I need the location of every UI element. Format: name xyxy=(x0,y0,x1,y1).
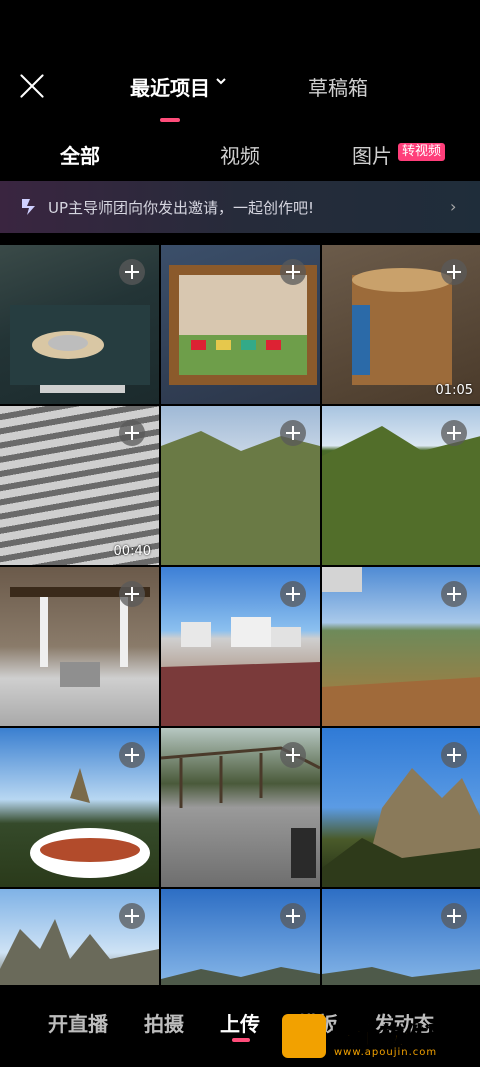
tab-drafts[interactable]: 草稿箱 xyxy=(308,72,368,101)
tab-go-live[interactable]: 开直播 xyxy=(48,1008,108,1037)
tab-recent-projects[interactable]: 最近项目 xyxy=(130,72,210,101)
media-item[interactable] xyxy=(161,245,320,404)
add-icon[interactable] xyxy=(280,420,306,446)
media-item[interactable] xyxy=(161,728,320,887)
video-duration: 00:40 xyxy=(113,544,151,559)
filter-photo[interactable]: 图片 xyxy=(352,140,392,169)
media-item[interactable] xyxy=(0,889,159,985)
add-icon[interactable] xyxy=(441,581,467,607)
watermark-sub: www.apoujin.com xyxy=(334,1047,438,1058)
top-bar xyxy=(0,0,480,130)
media-item[interactable] xyxy=(322,567,480,726)
tab-upload[interactable]: 上传 xyxy=(220,1008,260,1037)
media-grid: 01:05 00:40 xyxy=(0,233,480,985)
filter-video[interactable]: 视频 xyxy=(220,140,260,169)
add-icon[interactable] xyxy=(119,742,145,768)
creator-icon xyxy=(22,199,35,215)
to-video-badge[interactable]: 转视频 xyxy=(398,143,446,161)
add-icon[interactable] xyxy=(119,259,145,285)
media-item[interactable] xyxy=(322,889,480,985)
bottom-tab-indicator xyxy=(232,1038,250,1042)
add-icon[interactable] xyxy=(280,903,306,929)
media-item[interactable] xyxy=(0,245,159,404)
media-item[interactable] xyxy=(0,728,159,887)
add-icon[interactable] xyxy=(441,903,467,929)
watermark-icon xyxy=(282,1014,326,1058)
video-duration: 01:05 xyxy=(435,383,473,398)
tab-shoot[interactable]: 拍摄 xyxy=(144,1008,184,1037)
media-item[interactable] xyxy=(322,728,480,887)
media-item[interactable]: 00:40 xyxy=(0,406,159,565)
media-item[interactable] xyxy=(161,889,320,985)
media-item[interactable] xyxy=(161,567,320,726)
add-icon[interactable] xyxy=(119,420,145,446)
tab-indicator xyxy=(160,118,180,122)
add-icon[interactable] xyxy=(119,581,145,607)
filter-all[interactable]: 全部 xyxy=(60,140,100,169)
add-icon[interactable] xyxy=(441,259,467,285)
add-icon[interactable] xyxy=(280,259,306,285)
add-icon[interactable] xyxy=(280,581,306,607)
add-icon[interactable] xyxy=(280,742,306,768)
chevron-down-icon[interactable] xyxy=(216,76,226,86)
chevron-right-icon: › xyxy=(450,197,457,216)
add-icon[interactable] xyxy=(119,903,145,929)
media-item[interactable]: 01:05 xyxy=(322,245,480,404)
close-icon[interactable] xyxy=(18,72,46,100)
watermark-logo: 欧金软件园 www.apoujin.com xyxy=(282,1014,478,1064)
invite-banner[interactable]: UP主导师团向你发出邀请，一起创作吧! › xyxy=(0,181,480,233)
banner-text: UP主导师团向你发出邀请，一起创作吧! xyxy=(48,199,315,217)
watermark-text: 欧金软件园 xyxy=(332,1022,453,1051)
media-item[interactable] xyxy=(161,406,320,565)
add-icon[interactable] xyxy=(441,420,467,446)
media-item[interactable] xyxy=(0,567,159,726)
media-item[interactable] xyxy=(322,406,480,565)
add-icon[interactable] xyxy=(441,742,467,768)
